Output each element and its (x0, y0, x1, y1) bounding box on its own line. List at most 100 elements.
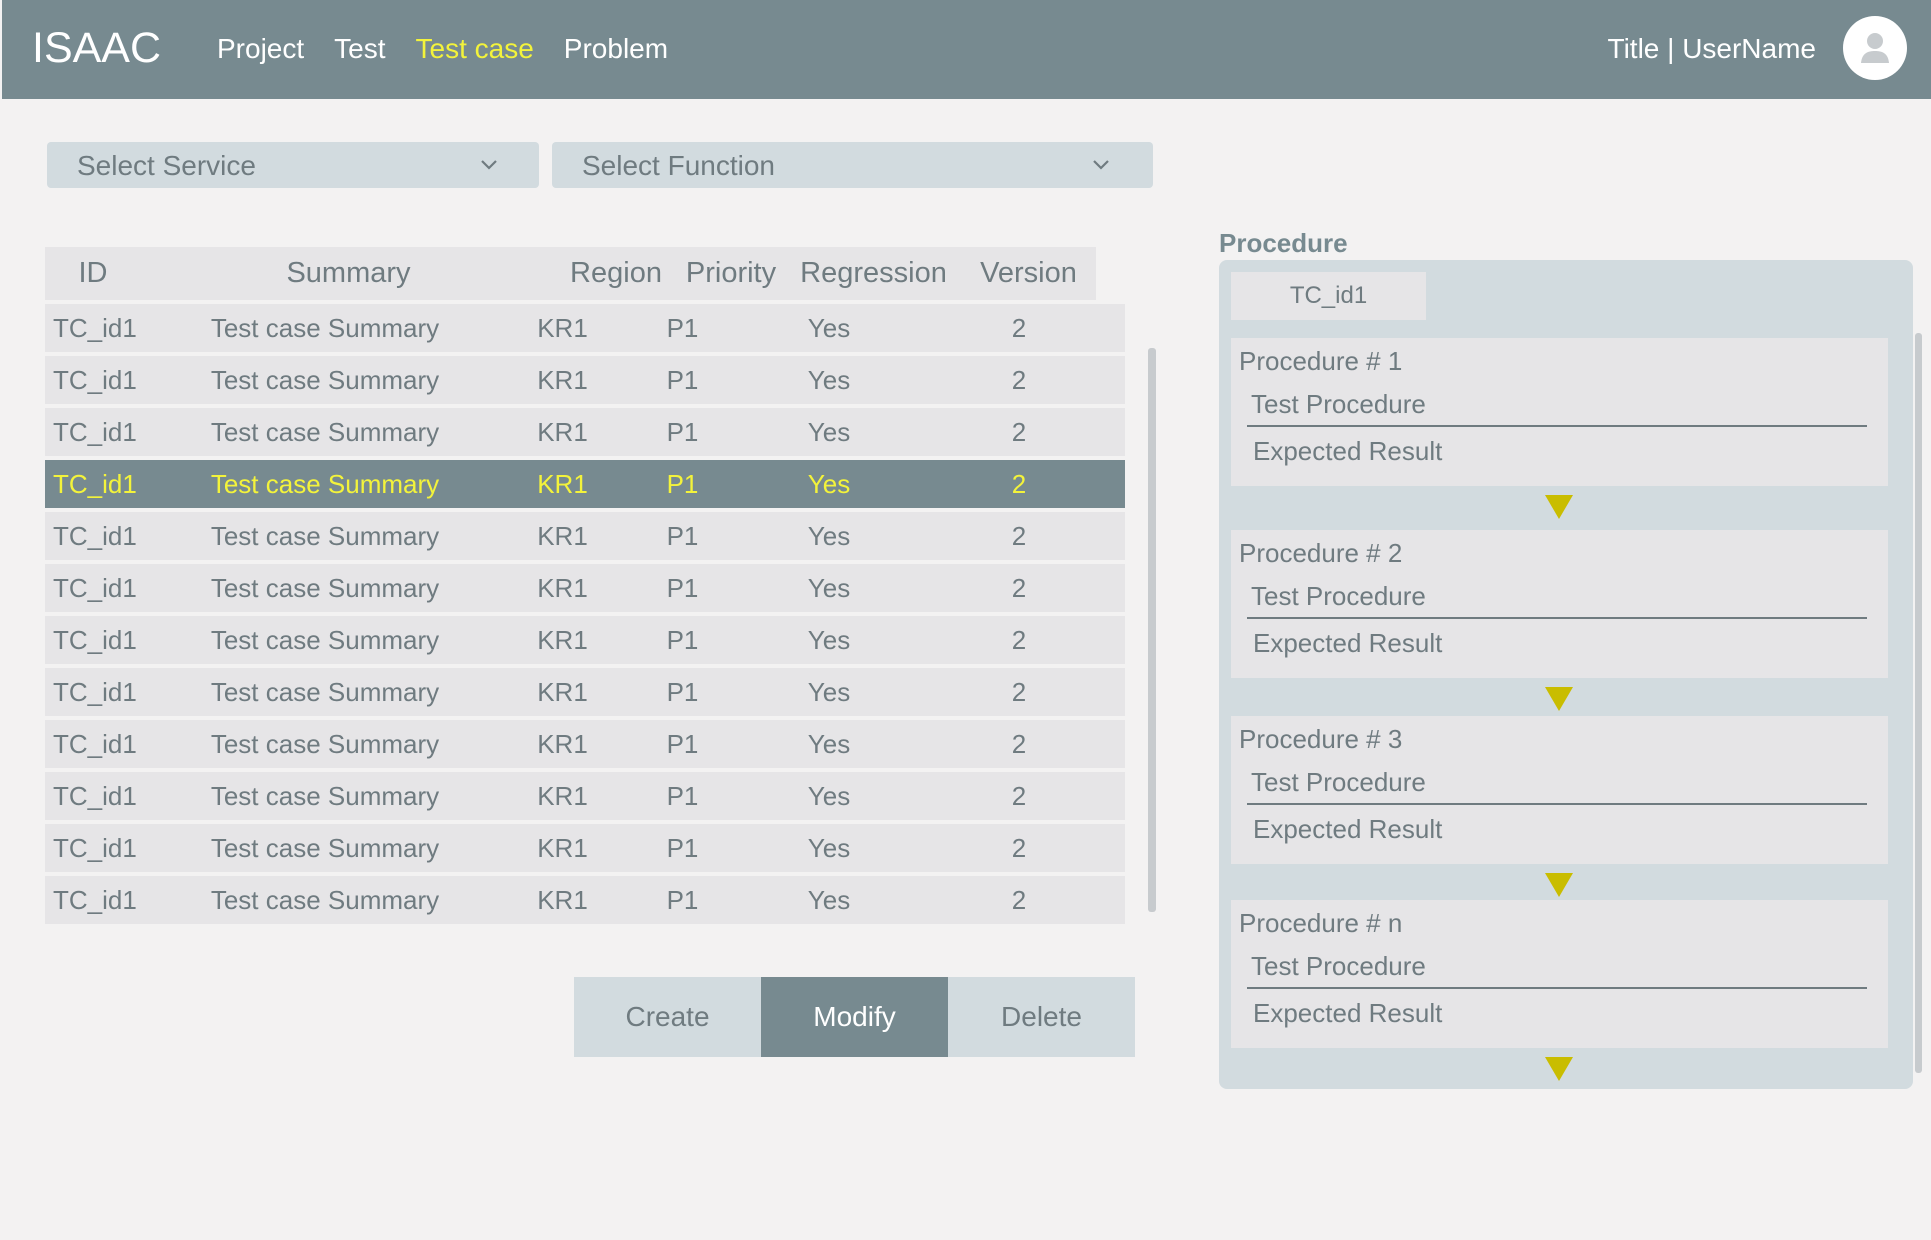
cell-region: KR1 (537, 885, 588, 915)
main-nav: Project Test Test case Problem (217, 33, 698, 65)
cell-priority: P1 (666, 313, 699, 343)
table-row[interactable]: TC_id1 Test case Summary KR1 P1 Yes 2 (45, 824, 1125, 872)
cell-regression: Yes (807, 781, 851, 811)
header-version[interactable]: Version (961, 247, 1096, 300)
cell-regression: Yes (807, 313, 851, 343)
cell-summary: Test case Summary (210, 469, 440, 499)
cell-summary: Test case Summary (210, 729, 440, 759)
test-procedure-field[interactable]: Test Procedure (1251, 389, 1426, 420)
cell-region: KR1 (537, 521, 588, 551)
table-row[interactable]: TC_id1 Test case Summary KR1 P1 Yes 2 (45, 356, 1125, 404)
cell-id: TC_id1 (53, 677, 137, 707)
cell-region: KR1 (537, 729, 588, 759)
procedure-tab[interactable]: TC_id1 (1231, 272, 1426, 320)
header-region[interactable]: Region (556, 247, 676, 300)
cell-version: 2 (1011, 469, 1027, 499)
cell-version: 2 (1011, 625, 1027, 655)
cell-region: KR1 (537, 625, 588, 655)
test-procedure-field[interactable]: Test Procedure (1251, 767, 1426, 798)
nav-item-project[interactable]: Project (217, 33, 304, 65)
cell-priority: P1 (666, 781, 699, 811)
cell-version: 2 (1011, 833, 1027, 863)
table-row[interactable]: TC_id1 Test case Summary KR1 P1 Yes 2 (45, 564, 1125, 612)
cell-summary: Test case Summary (210, 365, 440, 395)
cell-region: KR1 (537, 833, 588, 863)
header-regression[interactable]: Regression (786, 247, 961, 300)
cell-priority: P1 (666, 677, 699, 707)
test-procedure-field[interactable]: Test Procedure (1251, 581, 1426, 612)
select-function-label: Select Function (582, 150, 775, 181)
header-priority[interactable]: Priority (676, 247, 786, 300)
user-title-name[interactable]: Title | UserName (1608, 33, 1817, 65)
arrow-down-icon (1545, 1057, 1573, 1081)
table-row-selected[interactable]: TC_id1 Test case Summary KR1 P1 Yes 2 (45, 460, 1125, 508)
expected-result-field[interactable]: Expected Result (1253, 998, 1442, 1029)
procedure-card[interactable]: Procedure # 1 Test Procedure Expected Resu… (1231, 338, 1888, 486)
cell-regression: Yes (807, 417, 851, 447)
procedure-title: Procedure (1219, 228, 1348, 258)
cell-priority: P1 (666, 625, 699, 655)
cell-priority: P1 (666, 365, 699, 395)
nav-item-problem[interactable]: Problem (564, 33, 668, 65)
table-row[interactable]: TC_id1 Test case Summary KR1 P1 Yes 2 (45, 616, 1125, 664)
divider (1247, 803, 1867, 805)
procedure-number: Procedure # 1 (1239, 346, 1403, 376)
procedure-scrollbar[interactable] (1915, 333, 1922, 1073)
cell-summary: Test case Summary (210, 417, 440, 447)
table-row[interactable]: TC_id1 Test case Summary KR1 P1 Yes 2 (45, 720, 1125, 768)
nav-item-test[interactable]: Test (334, 33, 385, 65)
cell-version: 2 (1011, 573, 1027, 603)
expected-result-field[interactable]: Expected Result (1253, 628, 1442, 659)
modify-button[interactable]: Modify (761, 977, 948, 1057)
procedure-panel: TC_id1 Procedure # 1 Test Procedure Expect… (1219, 260, 1913, 1089)
cell-regression: Yes (807, 833, 851, 863)
select-service-dropdown[interactable]: Select Service (47, 142, 539, 188)
cell-version: 2 (1011, 417, 1027, 447)
cell-summary: Test case Summary (210, 313, 440, 343)
cell-priority: P1 (666, 417, 699, 447)
table-row[interactable]: TC_id1 Test case Summary KR1 P1 Yes 2 (45, 772, 1125, 820)
cell-region: KR1 (537, 365, 588, 395)
cell-version: 2 (1011, 677, 1027, 707)
cell-id: TC_id1 (53, 365, 137, 395)
cell-regression: Yes (807, 469, 851, 499)
cell-id: TC_id1 (53, 625, 137, 655)
nav-item-test-case[interactable]: Test case (416, 33, 534, 65)
cell-priority: P1 (666, 573, 699, 603)
cell-region: KR1 (537, 677, 588, 707)
cell-region: KR1 (537, 573, 588, 603)
table-row[interactable]: TC_id1 Test case Summary KR1 P1 Yes 2 (45, 408, 1125, 456)
cell-regression: Yes (807, 625, 851, 655)
procedure-card[interactable]: Procedure # 2 Test Procedure Expected Resu… (1231, 530, 1888, 678)
cell-region: KR1 (537, 417, 588, 447)
table-row[interactable]: TC_id1 Test case Summary KR1 P1 Yes 2 (45, 876, 1125, 924)
table-body: TC_id1 Test case Summary KR1 P1 Yes 2 TC_id1 Te… (45, 304, 1125, 924)
arrow-down-icon (1545, 687, 1573, 711)
header-summary[interactable]: Summary (141, 247, 556, 300)
create-button[interactable]: Create (574, 977, 761, 1057)
cell-regression: Yes (807, 573, 851, 603)
delete-button[interactable]: Delete (948, 977, 1135, 1057)
table-row[interactable]: TC_id1 Test case Summary KR1 P1 Yes 2 (45, 304, 1125, 352)
cell-summary: Test case Summary (210, 521, 440, 551)
avatar[interactable] (1843, 16, 1907, 80)
app-logo[interactable]: ISAAC (32, 24, 161, 73)
procedure-number: Procedure # 3 (1239, 724, 1403, 754)
procedure-card[interactable]: Procedure # n Test Procedure Expected Resu… (1231, 900, 1888, 1048)
table-row[interactable]: TC_id1 Test case Summary KR1 P1 Yes 2 (45, 668, 1125, 716)
procedure-card[interactable]: Procedure # 3 Test Procedure Expected Resu… (1231, 716, 1888, 864)
top-bar: ISAAC Project Test Test case Problem Tit… (2, 0, 1931, 99)
cell-regression: Yes (807, 885, 851, 915)
cell-version: 2 (1011, 885, 1027, 915)
expected-result-field[interactable]: Expected Result (1253, 436, 1442, 467)
test-procedure-field[interactable]: Test Procedure (1251, 951, 1426, 982)
expected-result-field[interactable]: Expected Result (1253, 814, 1442, 845)
table-row[interactable]: TC_id1 Test case Summary KR1 P1 Yes 2 (45, 512, 1125, 560)
header-id[interactable]: ID (45, 247, 141, 300)
divider (1247, 425, 1867, 427)
cell-regression: Yes (807, 365, 851, 395)
select-function-dropdown[interactable]: Select Function (552, 142, 1153, 188)
cell-regression: Yes (807, 521, 851, 551)
table-scrollbar[interactable] (1148, 348, 1156, 912)
test-case-table: ID Summary Region Priority Regression Ve… (45, 247, 1125, 924)
